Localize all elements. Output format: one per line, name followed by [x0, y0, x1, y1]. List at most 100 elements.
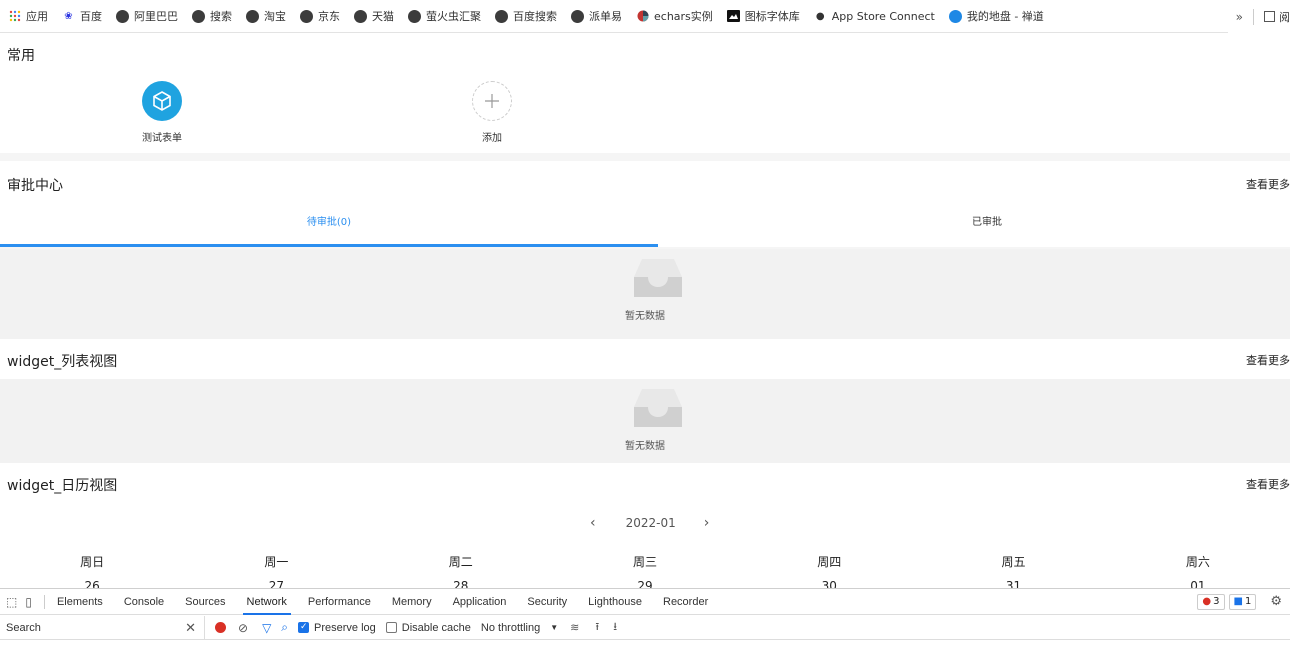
approval-see-more-link[interactable]: 查看更多: [1246, 176, 1290, 192]
wifi-settings-icon[interactable]: ≋: [570, 621, 579, 634]
devtools-tab-security[interactable]: Security: [527, 596, 567, 608]
bookmark-item[interactable]: ● App Store Connect: [814, 10, 935, 23]
calendar-day[interactable]: 26: [0, 579, 184, 588]
iconfont-icon: [726, 10, 740, 23]
bookmark-item[interactable]: 阿里巴巴: [116, 8, 178, 24]
devtools-tabs: Elements Console Sources Network Performance…: [57, 596, 729, 615]
devtools-tab-recorder[interactable]: Recorder: [663, 596, 708, 608]
devtools-tab-lighthouse[interactable]: Lighthouse: [588, 596, 642, 608]
globe-icon: [246, 9, 259, 23]
bookmark-label: 天猫: [372, 10, 394, 23]
tab-pending-approval[interactable]: 待审批(0): [0, 213, 658, 228]
inspect-element-icon[interactable]: ⬚: [6, 595, 17, 609]
bookmark-label: 萤火虫汇聚: [426, 10, 481, 23]
devtools-tab-console[interactable]: Console: [124, 596, 164, 608]
calendar-day[interactable]: 28: [369, 579, 553, 588]
prev-month-button[interactable]: ‹: [590, 515, 596, 531]
bookmark-label: 图标字体库: [744, 10, 800, 23]
close-icon[interactable]: ✕: [185, 620, 196, 636]
throttling-select[interactable]: No throttling ▼: [481, 622, 558, 634]
bookmark-item[interactable]: 京东: [300, 8, 340, 24]
current-month: 2022-01: [625, 516, 676, 530]
bookmark-label: 我的地盘 - 禅道: [966, 10, 1044, 23]
quick-apps-title: 常用: [7, 48, 35, 64]
error-icon: ●: [1202, 596, 1212, 607]
search-icon[interactable]: ⌕: [281, 620, 288, 635]
baidu-paw-icon: ❀: [64, 10, 73, 22]
quick-apps-card: 常用 测试表单 添加: [0, 33, 1290, 153]
weekday-label: 周六: [1185, 555, 1210, 569]
calendar-day[interactable]: 01: [1106, 579, 1290, 588]
approval-center-card: 审批中心 查看更多 待审批(0) 已审批: [0, 161, 1290, 247]
devtools-tab-performance[interactable]: Performance: [308, 596, 371, 608]
bookmark-label: 搜索: [210, 10, 232, 23]
error-count: 3: [1213, 596, 1220, 607]
apple-icon: ●: [815, 10, 825, 22]
devtools-tab-network[interactable]: Network: [242, 596, 292, 615]
globe-icon: [116, 9, 129, 23]
approval-center-title: 审批中心: [7, 178, 63, 194]
calendar-day[interactable]: 31: [921, 579, 1105, 588]
active-tab-indicator: [0, 244, 658, 247]
app-item-test-form[interactable]: 测试表单: [132, 81, 192, 144]
device-toolbar-icon[interactable]: ▯: [25, 595, 32, 609]
disable-cache-checkbox[interactable]: Disable cache: [385, 621, 471, 634]
weekday-label: 周二: [448, 555, 473, 569]
empty-inbox-icon: [634, 259, 682, 297]
page-content: 常用 测试表单 添加 审批中心 查看更多 待审批(0) 已审批 暂无数据 wid…: [0, 33, 1290, 588]
calendar-widget: widget_日历视图 查看更多 ‹ 2022-01 › 周日 周一 周二 周三 周四周…: [0, 463, 1290, 588]
error-count-badge[interactable]: ● 3: [1197, 593, 1225, 610]
chevron-down-icon: ▼: [550, 623, 559, 632]
record-icon[interactable]: [215, 622, 226, 633]
network-toolbar: Search ✕ ⊘ ▽ ⌕ Preserve log Disable cach…: [0, 615, 1290, 640]
message-count-badge[interactable]: ■ 1: [1228, 593, 1257, 610]
filter-icon[interactable]: ▽: [262, 621, 271, 635]
calendar-day[interactable]: 30: [737, 579, 921, 588]
weekday-label: 周日: [80, 555, 105, 569]
bookmark-label: echars实例: [654, 10, 713, 23]
calendar-day[interactable]: 29: [553, 579, 737, 588]
bookmark-item[interactable]: echars实例: [636, 8, 713, 24]
reading-list-label: 阅: [1279, 10, 1290, 24]
tab-approved[interactable]: 已审批: [658, 213, 1290, 228]
network-search-field[interactable]: Search ✕: [0, 615, 205, 640]
download-icon[interactable]: ⭳: [613, 618, 617, 637]
bookmark-item[interactable]: 搜索: [192, 8, 232, 24]
devtools-tab-memory[interactable]: Memory: [392, 596, 432, 608]
weekday-header: 周日 周一 周二 周三 周四 周五 周六: [0, 553, 1290, 570]
empty-text: 暂无数据: [625, 311, 665, 322]
bookmark-item[interactable]: 应用: [8, 8, 48, 24]
settings-gear-icon[interactable]: ⚙: [1270, 594, 1282, 609]
message-icon: ■: [1233, 596, 1243, 607]
calendar-day[interactable]: 27: [184, 579, 368, 588]
bookmark-item[interactable]: 天猫: [354, 8, 394, 24]
add-app-button[interactable]: 添加: [462, 81, 522, 144]
bookmark-item[interactable]: 萤火虫汇聚: [408, 8, 481, 24]
globe-icon: [192, 9, 205, 23]
bookmark-label: 应用: [26, 10, 48, 23]
bookmark-item[interactable]: 派单易: [571, 8, 622, 24]
plus-icon: [472, 81, 512, 121]
devtools-tab-application[interactable]: Application: [453, 596, 507, 608]
preserve-log-checkbox[interactable]: Preserve log: [298, 621, 376, 634]
bookmark-item[interactable]: ❀ 百度: [62, 8, 102, 24]
reading-list-button[interactable]: 阅: [1264, 9, 1290, 25]
bookmarks-overflow-button[interactable]: »: [1236, 10, 1243, 24]
globe-icon: [495, 9, 508, 23]
clear-icon[interactable]: ⊘: [238, 621, 248, 635]
next-month-button[interactable]: ›: [704, 515, 710, 531]
bookmark-item[interactable]: 淘宝: [246, 8, 286, 24]
devtools-tab-bar: ⬚ ▯ Elements Console Sources Network Perform…: [0, 589, 1290, 615]
list-widget-see-more-link[interactable]: 查看更多: [1246, 352, 1290, 368]
add-app-label: 添加: [482, 133, 502, 144]
bookmark-item[interactable]: 图标字体库: [726, 8, 800, 24]
disable-cache-label: Disable cache: [401, 621, 471, 634]
message-count: 1: [1244, 596, 1252, 607]
devtools-tab-sources[interactable]: Sources: [185, 596, 225, 608]
devtools-tab-elements[interactable]: Elements: [57, 596, 103, 608]
bookmarks-bar-right: » 阅: [1227, 0, 1290, 33]
bookmark-item[interactable]: 百度搜索: [495, 8, 557, 24]
upload-icon[interactable]: ⭱: [595, 618, 599, 637]
calendar-see-more-link[interactable]: 查看更多: [1246, 476, 1290, 492]
bookmark-item[interactable]: 我的地盘 - 禅道: [948, 8, 1044, 24]
